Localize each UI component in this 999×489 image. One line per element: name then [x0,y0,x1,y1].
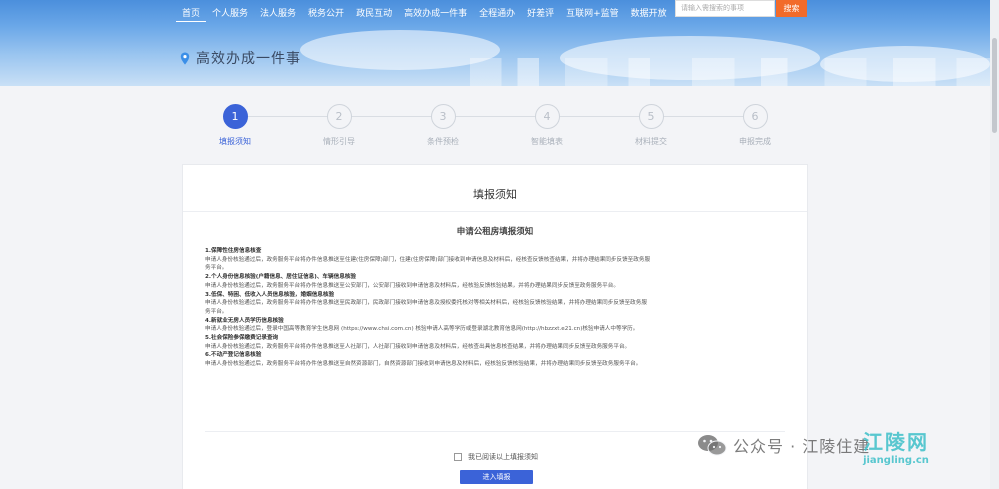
agree-checkbox[interactable] [454,453,462,461]
notice-paragraph: 务平台。 [205,265,228,272]
nav-item[interactable]: 互联网+监管 [560,6,625,22]
step-label: 智能填表 [531,137,563,146]
notice-section-heading: 3.低保、特困、低收入人员信息核验，婚姻信息核验 [205,291,335,298]
notice-paragraph: 申请人身份核验通过后，政务服务平台将办件信息推送至公安部门，公安部门接收到申请信… [205,282,619,289]
step-4: 4 智能填表 [512,104,582,147]
step-label: 材料提交 [635,137,667,146]
notice-section-heading: 1.保障性住房信息核查 [205,248,262,254]
step-number: 3 [430,104,456,129]
agree-label: 我已阅读以上填报须知 [468,453,538,461]
notice-section-heading: 4.新就业无房人员学历信息核验 [205,317,284,324]
step-number: 6 [742,104,768,129]
divider [205,431,785,432]
site-watermark-name: 江陵网 [863,430,929,454]
wechat-watermark-text: 公众号 · 江陵住建 [733,437,871,456]
notice-section-heading: 6.不动产登记信息核验 [205,352,262,359]
top-nav: 首页 个人服务 法人服务 税务公开 政民互动 高效办成一件事 全程通办 好差评 互联网+监管 数据… [176,6,673,22]
site-watermark: 江陵网 jiangling.cn [863,426,929,466]
step-label: 条件预检 [427,137,459,146]
step-label: 申报完成 [739,137,771,146]
scrollbar-thumb[interactable] [992,38,997,133]
step-label: 情形引导 [323,137,355,146]
agree-checkbox-row[interactable]: 我已阅读以上填报须知 [454,452,538,462]
step-number: 2 [326,104,352,129]
header-banner: 首页 个人服务 法人服务 税务公开 政民互动 高效办成一件事 全程通办 好差评 互联网+监管 数据… [0,0,999,86]
notice-section-heading: 5.社会保险参保缴费记录查询 [205,335,279,342]
nav-item[interactable]: 法人服务 [254,6,302,22]
notice-paragraph: 申请人身份核验通过后，登录中国高等教育学生信息网 (https://www.ch… [205,326,639,333]
wechat-icon [698,435,727,456]
nav-item[interactable]: 首页 [176,6,207,22]
progress-stepper: 1 填报须知 2 情形引导 3 条件预检 4 智能填表 5 材料提交 6 申报完成 [200,104,800,149]
divider [183,211,807,212]
wechat-watermark: 公众号 · 江陵住建 [697,433,870,457]
step-number: 4 [534,104,560,129]
scrollbar[interactable] [990,0,999,489]
site-watermark-url: jiangling.cn [863,455,929,466]
notice-paragraph: 申请人身份核验通过后，政务服务平台将办件信息推送至民政部门，民政部门接收到申请信… [205,300,647,307]
search-input[interactable]: 请输入需搜索的事项 [675,0,775,17]
notice-section-heading: 2.个人身份信息核验(户籍信息、居住证信息)、车辆信息核验 [205,274,356,281]
card-title: 填报须知 [473,188,517,201]
page-title: 高效办成一件事 [196,51,301,67]
notice-paragraph: 申请人身份核验通过后，政务服务平台将办件信息推送至人社部门，人社部门接收到申请信… [205,343,631,350]
nav-item[interactable]: 好差评 [521,6,560,22]
enter-filing-button[interactable]: 进入填报 [460,470,533,484]
location-pin-icon [180,52,190,64]
notice-paragraph: 务平台。 [205,308,228,315]
step-label: 填报须知 [219,137,251,146]
nav-item[interactable]: 高效办成一件事 [398,6,473,22]
nav-item[interactable]: 政民互动 [350,6,398,22]
page-title-area: 高效办成一件事 [180,48,301,68]
notice-content: 1.保障性住房信息核查申请人身份核验通过后，政务服务平台将办件信息推送至住建(住… [205,247,790,369]
notice-title: 申请公租房填报须知 [456,227,534,237]
step-2: 2 情形引导 [304,104,374,147]
notice-paragraph: 申请人身份核验通过后，政务服务平台将办件信息推送至自然资源部门，自然资源部门接收… [205,361,642,368]
step-5: 5 材料提交 [616,104,686,147]
nav-item[interactable]: 税务公开 [302,6,350,22]
notice-paragraph: 申请人身份核验通过后，政务服务平台将办件信息推送至住建(住房保障)部门，住建(住… [205,256,651,263]
nav-item[interactable]: 个人服务 [206,6,254,22]
skyline-decoration [470,58,999,86]
step-number: 5 [638,104,664,129]
step-6: 6 申报完成 [720,104,790,147]
nav-item[interactable]: 全程通办 [473,6,521,22]
step-1: 1 填报须知 [200,104,270,147]
step-3: 3 条件预检 [408,104,478,147]
nav-item[interactable]: 数据开放 [625,6,673,22]
search-button[interactable]: 搜索 [776,0,807,17]
step-number: 1 [222,104,248,129]
